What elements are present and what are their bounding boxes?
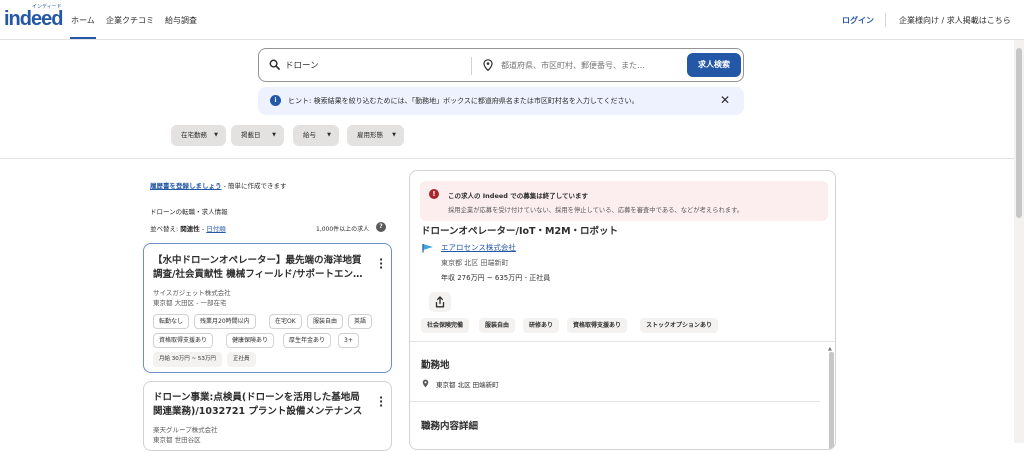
- detail-location: 東京都 北区 田端新町: [441, 259, 509, 267]
- benefit-tag: 社会保険完備: [421, 318, 470, 333]
- section-divider: [0, 158, 1024, 159]
- job-card[interactable]: 【水中ドローンオペレーター】最先端の海洋地質調査/社会貢献性 機械フィールド/サ…: [143, 243, 392, 373]
- job-tag: 健康保険あり: [226, 333, 275, 348]
- detail-scrollbar[interactable]: ▲: [828, 346, 835, 449]
- hint-text: ヒント: 検索結果を絞り込むためには、「勤務地」ボックスに都道府県名または市区町…: [288, 97, 639, 105]
- filter-remote-label: 在宅勤務: [181, 131, 207, 139]
- location-pin-icon: [483, 59, 493, 71]
- filter-employment-type[interactable]: 雇用形態 ▼: [347, 125, 404, 146]
- filter-remote[interactable]: 在宅勤務 ▼: [171, 125, 226, 146]
- benefit-tag: ストックオプションあり: [640, 318, 719, 333]
- result-count: 1,000件以上の求人: [316, 226, 370, 233]
- sort-relevance: 関連性: [180, 225, 200, 233]
- share-icon: [435, 296, 445, 308]
- job-location: 東京都 大田区 - 一部在宅: [153, 299, 227, 307]
- job-tag: 転勤なし: [153, 314, 190, 329]
- caret-down-icon: ▼: [327, 132, 331, 138]
- detail-scrollbar-thumb[interactable]: [829, 352, 834, 449]
- filter-salary[interactable]: 給与 ▼: [293, 125, 339, 146]
- work-location-heading: 勤務地: [421, 360, 450, 371]
- job-tag: 服装自由: [307, 314, 344, 329]
- resume-prompt: 履歴書を登録しましょう - 簡単に作成できます: [150, 180, 286, 190]
- find-jobs-button[interactable]: 求人検索: [687, 53, 741, 77]
- help-icon[interactable]: ?: [376, 222, 386, 232]
- what-search-input[interactable]: [285, 57, 465, 73]
- results-section-label: ドローンの転職・求人情報: [150, 208, 228, 216]
- job-title[interactable]: 【水中ドローンオペレーター】最先端の海洋地質調査/社会貢献性 機械フィールド/サ…: [153, 254, 363, 282]
- filter-date-label: 掲載日: [241, 131, 261, 139]
- location-pin-icon: [422, 379, 429, 388]
- more-tags-badge[interactable]: 3+: [338, 333, 359, 348]
- job-detail-panel: ! この求人の Indeed での募集は終了しています 採用企業が応募を受け付け…: [409, 170, 836, 450]
- employer-link[interactable]: 企業様向け / 求人掲載はこちら: [899, 15, 1011, 26]
- search-icon: [269, 59, 280, 70]
- more-options-icon[interactable]: · · ·: [379, 254, 383, 273]
- close-icon[interactable]: ✕: [720, 93, 730, 107]
- work-location-value: 東京都 北区 田端新町: [436, 381, 499, 389]
- nav-company-reviews[interactable]: 企業クチコミ: [106, 15, 154, 26]
- more-options-icon[interactable]: · · ·: [379, 392, 383, 411]
- job-title[interactable]: ドローン事業:点検員(ドローンを活用した基地局関連業務)/1032721 プラン…: [153, 391, 363, 419]
- sort-label: 並べ替え:: [150, 225, 181, 233]
- register-resume-link[interactable]: 履歴書を登録しましょう: [150, 182, 222, 190]
- job-tag: 在宅OK: [269, 314, 302, 329]
- benefit-tag: 研修あり: [523, 318, 560, 333]
- nav-home[interactable]: ホーム: [71, 15, 95, 26]
- alert-icon: !: [429, 189, 439, 199]
- caret-down-icon: ▼: [214, 132, 218, 138]
- page-scrollbar[interactable]: [1014, 40, 1024, 443]
- filter-type-label: 雇用形態: [357, 131, 383, 139]
- detail-salary: 年収 276万円 ~ 635万円 - 正社員: [441, 274, 551, 282]
- filter-salary-label: 給与: [303, 131, 316, 139]
- salary-badge: 月給 30万円 ~ 53万円: [153, 352, 222, 367]
- hint-banner: i ヒント: 検索結果を絞り込むためには、「勤務地」ボックスに都道府県名または市…: [258, 87, 744, 115]
- logo-tagline: インディード: [32, 4, 62, 10]
- expired-notice: ! この求人の Indeed での募集は終了しています 採用企業が応募を受け付け…: [420, 181, 828, 221]
- where-location-input[interactable]: [501, 57, 681, 73]
- job-tag: 英語: [348, 314, 373, 329]
- job-tag: 厚生年金あり: [283, 333, 332, 348]
- sort-by-date-link[interactable]: 日付順: [206, 225, 226, 233]
- company-logo-icon: [422, 244, 433, 253]
- detail-divider: [410, 341, 835, 342]
- filter-date-posted[interactable]: 掲載日 ▼: [231, 125, 284, 146]
- share-button[interactable]: [429, 292, 451, 312]
- detail-divider: [410, 401, 820, 402]
- nav-salary-search[interactable]: 給与調査: [165, 15, 197, 26]
- caret-down-icon: ▼: [392, 132, 396, 138]
- job-tag: 残業月20時間以内: [194, 314, 256, 329]
- job-company: サイスガジェット株式会社: [153, 289, 231, 297]
- benefit-tag: 資格取得支援あり: [567, 318, 628, 333]
- indeed-logo[interactable]: indeed: [4, 8, 63, 31]
- benefit-tag: 服装自由: [479, 318, 516, 333]
- nav-divider: [885, 13, 886, 27]
- job-type-badge: 正社員: [227, 352, 256, 367]
- search-divider: [471, 57, 472, 75]
- active-nav-indicator: [70, 37, 96, 39]
- job-tag: 資格取得支援あり: [153, 333, 214, 348]
- expired-body: 採用企業が応募を受け付けていない、採用を停止している、応募を審査中である、などが…: [448, 207, 744, 214]
- job-card[interactable]: ドローン事業:点検員(ドローンを活用した基地局関連業務)/1032721 プラン…: [143, 381, 392, 451]
- detail-company-link[interactable]: エアロセンス株式会社: [441, 242, 516, 253]
- search-bar: 求人検索: [258, 48, 744, 82]
- page-scrollbar-thumb[interactable]: [1016, 48, 1022, 218]
- login-link[interactable]: ログイン: [842, 15, 874, 26]
- resume-suffix: - 簡単に作成できます: [221, 182, 287, 190]
- job-company: 楽天グループ株式会社: [153, 426, 218, 434]
- info-icon: i: [270, 95, 281, 106]
- sort-controls: 並べ替え: 関連性 - 日付順: [150, 223, 226, 233]
- detail-job-title: ドローンオペレーター/IoT・M2M・ロボット: [421, 226, 619, 237]
- expired-title: この求人の Indeed での募集は終了しています: [448, 192, 588, 200]
- job-detail-heading: 職務内容詳細: [421, 421, 479, 432]
- caret-down-icon: ▼: [272, 132, 276, 138]
- top-navigation: indeed インディード ホーム 企業クチコミ 給与調査 ログイン 企業様向け…: [0, 0, 1024, 40]
